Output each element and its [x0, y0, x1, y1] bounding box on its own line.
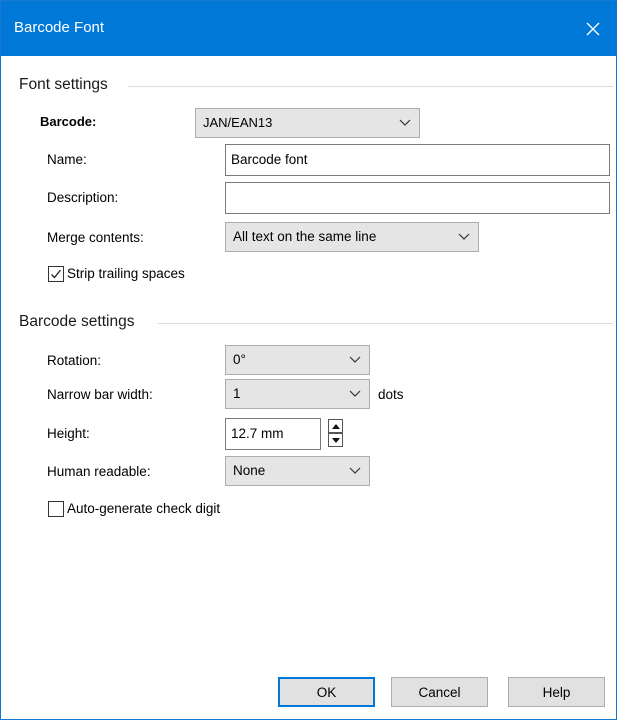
font-settings-divider — [128, 86, 613, 87]
narrow-bar-width-unit: dots — [378, 387, 404, 402]
chevron-down-icon — [349, 467, 361, 474]
barcode-type-value: JAN/EAN13 — [203, 115, 273, 130]
help-button-label: Help — [542, 684, 571, 700]
ok-button[interactable]: OK — [278, 677, 375, 707]
rotation-select[interactable]: 0° — [225, 345, 370, 375]
height-decrement-button[interactable] — [328, 433, 343, 447]
strip-trailing-spaces-checkbox[interactable] — [48, 266, 64, 282]
barcode-font-dialog: Barcode Font Font settings Barcode: JAN/… — [0, 0, 617, 720]
narrow-bar-width-select[interactable]: 1 — [225, 379, 370, 409]
merge-contents-label: Merge contents: — [47, 230, 144, 245]
rotation-value: 0° — [233, 352, 246, 367]
arrow-down-icon — [331, 437, 340, 443]
title-bar: Barcode Font — [1, 1, 616, 56]
height-label: Height: — [47, 426, 90, 441]
name-field[interactable]: Barcode font — [225, 144, 610, 176]
barcode-settings-divider — [158, 323, 613, 324]
narrow-bar-width-label: Narrow bar width: — [47, 387, 153, 402]
cancel-button[interactable]: Cancel — [391, 677, 488, 707]
checkmark-icon — [51, 269, 62, 279]
auto-generate-check-digit-label[interactable]: Auto-generate check digit — [67, 501, 220, 516]
height-increment-button[interactable] — [328, 419, 343, 433]
merge-contents-select[interactable]: All text on the same line — [225, 222, 479, 252]
human-readable-label: Human readable: — [47, 464, 151, 479]
name-field-value: Barcode font — [231, 152, 308, 167]
dialog-title: Barcode Font — [14, 19, 105, 36]
chevron-down-icon — [349, 390, 361, 397]
cancel-button-label: Cancel — [418, 684, 461, 700]
chevron-down-icon — [399, 119, 411, 126]
barcode-label: Barcode: — [40, 114, 97, 129]
description-field[interactable] — [225, 182, 610, 214]
chevron-down-icon — [349, 356, 361, 363]
name-label: Name: — [47, 152, 87, 167]
height-field[interactable]: 12.7 mm — [225, 418, 321, 450]
barcode-type-select[interactable]: JAN/EAN13 — [195, 108, 420, 138]
barcode-settings-group-title: Barcode settings — [19, 313, 135, 330]
strip-trailing-spaces-label[interactable]: Strip trailing spaces — [67, 266, 185, 281]
chevron-down-icon — [458, 233, 470, 240]
rotation-label: Rotation: — [47, 353, 102, 368]
merge-contents-value: All text on the same line — [233, 229, 377, 244]
font-settings-group-title: Font settings — [19, 76, 108, 93]
help-button[interactable]: Help — [508, 677, 605, 707]
human-readable-value: None — [233, 463, 266, 478]
human-readable-select[interactable]: None — [225, 456, 370, 486]
arrow-up-icon — [331, 423, 340, 429]
close-icon — [586, 22, 600, 35]
close-button[interactable] — [570, 1, 616, 56]
height-field-value: 12.7 mm — [231, 426, 284, 441]
narrow-bar-width-value: 1 — [233, 386, 241, 401]
description-label: Description: — [47, 190, 119, 205]
ok-button-label: OK — [316, 684, 337, 700]
auto-generate-check-digit-checkbox[interactable] — [48, 501, 64, 517]
